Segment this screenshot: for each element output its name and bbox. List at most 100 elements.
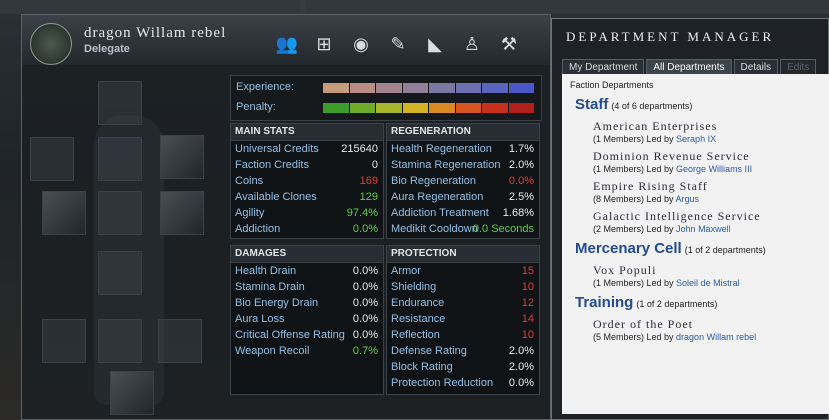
department-manager-window: DEPARTMENT MANAGER My Department All Dep…	[551, 18, 829, 420]
damage-stat-row: Weapon Recoil 0.7%	[231, 343, 383, 359]
main-stat-row: Universal Credits 215640	[231, 141, 383, 157]
department-name[interactable]: Dominion Revenue Service	[593, 149, 829, 164]
department-item[interactable]: Empire Rising Staff (8 Members) Led by Ar…	[575, 179, 829, 204]
main-stat-value: 215640	[341, 143, 378, 155]
protection-stat-value: 14	[521, 313, 534, 325]
department-name[interactable]: Empire Rising Staff	[593, 179, 829, 194]
main-stat-label: Available Clones	[235, 191, 317, 203]
equip-slot-neck[interactable]	[98, 137, 142, 181]
tab-all-departments[interactable]: All Departments	[646, 59, 732, 75]
department-item[interactable]: Dominion Revenue Service (1 Members) Led …	[575, 149, 829, 174]
department-group: Training (1 of 2 departments) Order of the…	[562, 294, 829, 342]
regen-stat-value: 0.0%	[508, 175, 534, 187]
damages-title: DAMAGES	[231, 246, 383, 263]
equip-slot-shoulder-left[interactable]	[30, 137, 74, 181]
tab-details[interactable]: Details	[733, 59, 779, 75]
damage-stat-label: Health Drain	[235, 265, 297, 277]
regen-stat-label: Addiction Treatment	[391, 207, 489, 219]
character-window: dragon Willam rebel Delegate 👥 ⊞ ◉ ✎ ◣ ♙ ⚒ Exp…	[21, 14, 551, 420]
tab-edits[interactable]: Edits	[780, 59, 817, 75]
equip-slot-head[interactable]	[98, 81, 142, 125]
damage-stat-row: Stamina Drain 0.0%	[231, 279, 383, 295]
department-leader[interactable]: dragon Willam rebel	[676, 332, 756, 342]
department-leader[interactable]: George Williams III	[676, 164, 752, 174]
protection-stat-label: Reflection	[391, 329, 440, 341]
damage-stat-label: Bio Energy Drain	[235, 297, 319, 309]
pen-icon[interactable]: ✎	[385, 31, 411, 57]
department-name[interactable]: Order of the Poet	[593, 317, 829, 332]
equip-slot-boots[interactable]	[110, 371, 154, 415]
protection-stat-value: 15	[521, 265, 534, 277]
main-stat-label: Addiction	[235, 223, 281, 235]
protection-stat-value: 10	[521, 329, 534, 341]
department-item[interactable]: Vox Populi (1 Members) Led by Soleil de M…	[575, 263, 829, 288]
protection-stat-row: Protection Reduction 0.0%	[387, 375, 539, 391]
main-stat-label: Agility	[235, 207, 265, 219]
regen-stat-label: Bio Regeneration	[391, 175, 477, 187]
main-stat-value: 169	[359, 175, 378, 187]
org-chart-icon[interactable]: ⊞	[311, 31, 337, 57]
department-leader[interactable]: John Maxwell	[676, 224, 731, 234]
regen-stat-value: 2.0%	[508, 159, 534, 171]
group-header[interactable]: Staff (4 of 6 departments)	[575, 96, 829, 114]
damage-stat-value: 0.0%	[352, 313, 378, 325]
shard-icon[interactable]: ◣	[422, 31, 448, 57]
equip-slot-chest[interactable]	[98, 191, 142, 235]
department-item[interactable]: Galactic Intelligence Service (2 Members)…	[575, 209, 829, 234]
group-name[interactable]: Mercenary Cell	[575, 240, 682, 257]
equip-slot-belt[interactable]	[98, 251, 142, 295]
regen-stat-value: 2.5%	[508, 191, 534, 203]
equip-slot-arm-left[interactable]	[42, 191, 86, 235]
regen-stat-row: Bio Regeneration 0.0%	[387, 173, 539, 189]
protection-stat-value: 0.0%	[508, 377, 534, 389]
equip-slot-glove-left[interactable]	[42, 319, 86, 363]
character-title: Delegate	[84, 43, 130, 55]
group-name[interactable]: Staff	[575, 96, 608, 113]
main-stat-value: 97.4%	[346, 207, 378, 219]
experience-penalty-bars: Experience: Penalty:	[230, 75, 542, 121]
department-item[interactable]: Order of the Poet (5 Members) Led by drag…	[575, 317, 829, 342]
department-name[interactable]: American Enterprises	[593, 119, 829, 134]
group-icon[interactable]: ◉	[348, 31, 374, 57]
damage-stat-value: 0.0%	[352, 265, 378, 277]
department-name[interactable]: Galactic Intelligence Service	[593, 209, 829, 224]
department-name[interactable]: Vox Populi	[593, 263, 829, 278]
people-icon[interactable]: 👥	[274, 31, 300, 57]
equip-slot-offhand[interactable]	[160, 191, 204, 235]
figure-icon[interactable]: ♙	[459, 31, 485, 57]
department-item[interactable]: American Enterprises (1 Members) Led by S…	[575, 119, 829, 144]
equip-slot-glove-right[interactable]	[158, 319, 202, 363]
equipment-area	[30, 75, 220, 415]
regen-stat-label: Stamina Regeneration	[391, 159, 501, 171]
protection-stat-label: Block Rating	[391, 361, 453, 373]
department-leader[interactable]: Argus	[676, 194, 700, 204]
regen-stat-value: 1.7%	[508, 143, 534, 155]
regen-stat-row: Aura Regeneration 2.5%	[387, 189, 539, 205]
protection-stat-row: Resistance 14	[387, 311, 539, 327]
group-count: (1 of 2 departments)	[636, 299, 718, 309]
protection-stat-label: Shielding	[391, 281, 437, 293]
equip-slot-weapon[interactable]	[160, 135, 204, 179]
equip-slot-legs[interactable]	[98, 319, 142, 363]
group-name[interactable]: Training	[575, 294, 633, 311]
regen-stat-row: Addiction Treatment 1.68%	[387, 205, 539, 221]
department-leader[interactable]: Seraph IX	[676, 134, 716, 144]
department-list: Faction Departments Staff (4 of 6 departm…	[562, 74, 829, 414]
group-header[interactable]: Mercenary Cell (1 of 2 departments)	[575, 240, 829, 258]
character-header: dragon Willam rebel Delegate 👥 ⊞ ◉ ✎ ◣ ♙ ⚒	[22, 15, 550, 65]
group-header[interactable]: Training (1 of 2 departments)	[575, 294, 829, 312]
regen-stat-row: Medikit Cooldown 0.0 Seconds	[387, 221, 539, 237]
department-info: (1 Members) Led by Seraph IX	[593, 134, 829, 144]
wrench-icon[interactable]: ⚒	[496, 31, 522, 57]
regen-stat-value: 0.0 Seconds	[472, 223, 534, 235]
department-members: (5 Members) Led by	[593, 332, 674, 342]
department-members: (1 Members) Led by	[593, 164, 674, 174]
tab-my-department[interactable]: My Department	[562, 59, 645, 75]
regen-stat-label: Aura Regeneration	[391, 191, 484, 203]
protection-box: PROTECTION Armor 15 Shielding 10 Endurance 12…	[386, 245, 540, 395]
main-stats-title: MAIN STATS	[231, 124, 383, 141]
regen-stat-label: Health Regeneration	[391, 143, 492, 155]
character-name: dragon Willam rebel	[84, 25, 227, 41]
department-leader[interactable]: Soleil de Mistral	[676, 278, 740, 288]
protection-stat-label: Resistance	[391, 313, 446, 325]
